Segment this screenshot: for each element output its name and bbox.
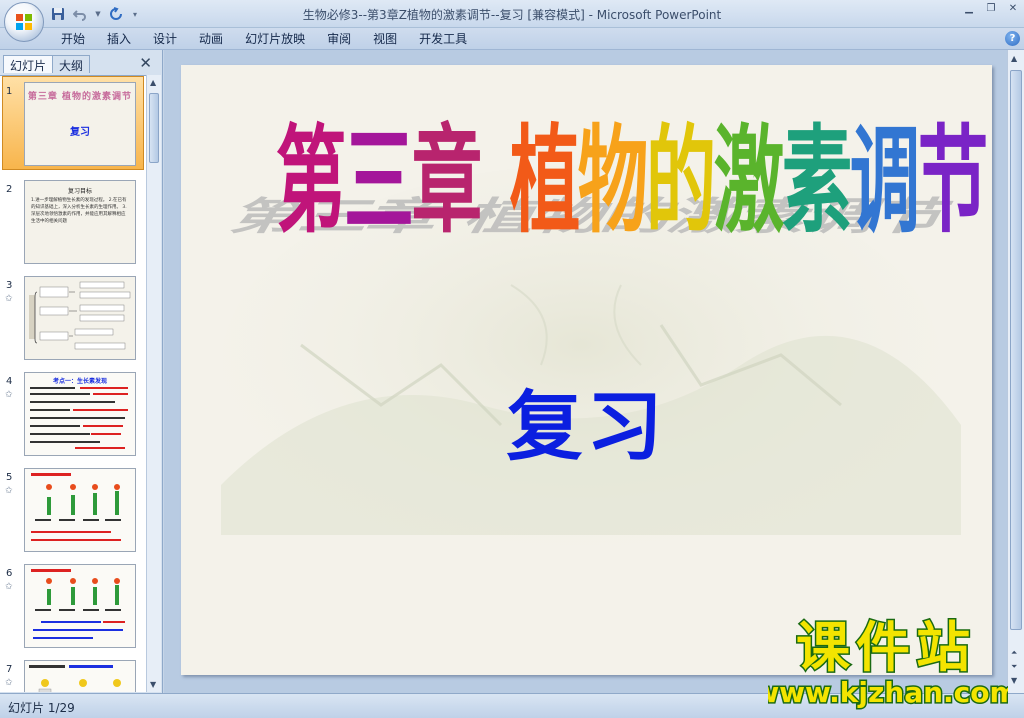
slide-thumbnail[interactable] [24, 660, 136, 692]
next-slide-icon[interactable]: ⏷ [1011, 662, 1017, 672]
powerpoint-window: ▼ ▾ 生物必修3--第3章Z植物的激素调节--复习 [兼容模式] - Micr… [0, 0, 1024, 718]
slide-number: 7 [6, 664, 13, 675]
title-char: 调 [850, 113, 921, 248]
tab-slides[interactable]: 幻灯片 [3, 55, 54, 73]
slide-subtitle: 复习 [506, 382, 667, 471]
slide-thumbnail[interactable]: 第三章 植物的激素调节 复习 [24, 82, 136, 166]
editor-scroll-thumb[interactable] [1010, 70, 1022, 630]
office-logo-icon [16, 14, 32, 30]
animation-icon: ✩ [5, 678, 13, 688]
slide-thumbnails: 1 第三章 植物的激素调节 复习 2 复习目标 1.进一步理解植物生长素的发现过… [0, 75, 146, 692]
slide-thumbnail[interactable] [24, 276, 136, 360]
plant-experiment-graphic [31, 569, 125, 639]
scroll-up-icon[interactable]: ▲ [150, 78, 156, 87]
title-char: 的 [646, 113, 717, 248]
tab-developer[interactable]: 开发工具 [408, 31, 478, 47]
thumbnail-body: 复习 [70, 127, 90, 138]
slides-pane: 幻灯片 大纲 ✕ 1 第三章 植物的激素调节 复习 2 复习目标 1.进一步理解… [0, 50, 163, 693]
office-button[interactable] [4, 2, 44, 42]
help-icon[interactable]: ? [1005, 31, 1020, 46]
tab-view[interactable]: 视图 [362, 31, 408, 47]
text-lines-graphic [30, 387, 128, 449]
slide-editing-area: 第三章植物的激素调节 第三章植物的激素调节 复习 ▲ ⏶ ⏷ ▼ [164, 50, 1024, 693]
plant-experiment-graphic [29, 665, 121, 692]
restore-icon[interactable]: ❐ [984, 2, 998, 16]
plant-experiment-graphic [31, 473, 121, 541]
thumbnail-row[interactable]: 6 ✩ [0, 564, 146, 650]
previous-slide-icon[interactable]: ⏶ [1011, 648, 1017, 658]
thumbnail-row[interactable]: 7 ✩ [0, 660, 146, 692]
slide-number: 1 [6, 86, 13, 97]
slide-thumbnail[interactable]: 考点一：生长素发现 [24, 372, 136, 456]
animation-icon: ✩ [5, 486, 13, 496]
title-char: 植 [510, 113, 581, 248]
ribbon-tabs: 开始 插入 设计 动画 幻灯片放映 审阅 视图 开发工具 ? [0, 28, 1024, 50]
concept-map-graphic [29, 281, 131, 350]
title-glyphs: 第三章 植物的激素调节 [276, 113, 989, 248]
tab-animations[interactable]: 动画 [188, 31, 234, 47]
title-bar: ▼ ▾ 生物必修3--第3章Z植物的激素调节--复习 [兼容模式] - Micr… [0, 0, 1024, 42]
title-char: 素 [782, 113, 853, 248]
slide-thumbnail[interactable] [24, 468, 136, 552]
thumbnail-title: 考点一：生长素发现 [52, 378, 107, 385]
animation-icon: ✩ [5, 294, 13, 304]
title-char: 章 [412, 113, 483, 248]
scroll-down-icon[interactable]: ▼ [1011, 676, 1017, 685]
tab-insert[interactable]: 插入 [96, 31, 142, 47]
animation-icon: ✩ [5, 390, 13, 400]
thumbnail-row[interactable]: 3 ✩ [0, 276, 146, 362]
kjzhan-watermark-logo: 课件站 www.kjzhan.com [768, 615, 1008, 711]
title-char: 节 [918, 113, 989, 248]
slide-title-wordart: 第三章 植物的激素调节 第三章 植物的激素调节 [223, 113, 989, 248]
tab-review[interactable]: 审阅 [316, 31, 362, 47]
pane-tabs: 幻灯片 大纲 ✕ [0, 53, 160, 73]
slide-number: 5 [6, 472, 13, 483]
title-char: 第 [276, 113, 347, 248]
animation-icon: ✩ [5, 582, 13, 592]
pane-scroll-thumb[interactable] [149, 93, 159, 163]
minimize-icon[interactable]: ▁ [962, 2, 976, 16]
watermark-brand: 课件站 [796, 616, 976, 679]
tab-design[interactable]: 设计 [142, 31, 188, 47]
slide-number: 3 [6, 280, 13, 291]
close-icon[interactable]: ✕ [1006, 2, 1020, 16]
close-pane-icon[interactable]: ✕ [139, 56, 152, 71]
thumbnail-row[interactable]: 1 第三章 植物的激素调节 复习 [0, 82, 146, 168]
window-controls: ▁ ❐ ✕ [962, 2, 1020, 16]
watermark-url: www.kjzhan.com [768, 676, 1008, 709]
tab-outline[interactable]: 大纲 [52, 55, 91, 73]
thumbnail-title: 复习目标 [67, 188, 92, 195]
slide-number: 6 [6, 568, 13, 579]
editor-scrollbar[interactable]: ▲ ⏶ ⏷ ▼ [1007, 50, 1024, 693]
thumbnail-title: 第三章 植物的激素调节 [27, 92, 133, 102]
title-char: 三 [344, 113, 415, 248]
pane-scrollbar[interactable]: ▲ ▼ [146, 75, 161, 692]
current-slide[interactable]: 第三章植物的激素调节 第三章植物的激素调节 复习 [181, 65, 992, 675]
slide-thumbnail[interactable] [24, 564, 136, 648]
title-char: 物 [578, 113, 649, 248]
thumbnail-row[interactable]: 5 ✩ [0, 468, 146, 554]
slide-number: 4 [6, 376, 13, 387]
scroll-down-icon[interactable]: ▼ [150, 680, 156, 689]
thumbnail-row[interactable]: 4 ✩ 考点一：生长素发现 [0, 372, 146, 458]
thumbnail-row[interactable]: 2 复习目标 1.进一步理解植物生长素的发现过程。 2.在已有的知识基础上，深入… [0, 180, 146, 266]
thumbnail-body: 1.进一步理解植物生长素的发现过程。 2.在已有的知识基础上，深入分析生长素的生… [31, 198, 127, 224]
slide-thumbnail[interactable]: 复习目标 1.进一步理解植物生长素的发现过程。 2.在已有的知识基础上，深入分析… [24, 180, 136, 264]
tab-home[interactable]: 开始 [50, 31, 96, 47]
window-title: 生物必修3--第3章Z植物的激素调节--复习 [兼容模式] - Microsof… [302, 8, 722, 22]
slide-number: 2 [6, 184, 13, 195]
tab-slideshow[interactable]: 幻灯片放映 [234, 31, 316, 47]
slide-counter: 幻灯片 1/29 [8, 701, 75, 715]
scroll-up-icon[interactable]: ▲ [1011, 54, 1017, 63]
title-char: 激 [714, 113, 785, 248]
